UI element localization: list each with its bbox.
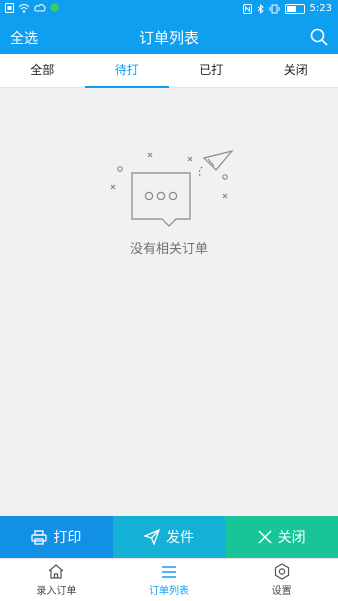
close-label: 关闭	[278, 527, 306, 547]
wechat-icon	[50, 3, 59, 13]
nav-label: 设置	[272, 582, 292, 597]
send-icon	[144, 529, 160, 545]
nav-entry-order[interactable]: 录入订单	[0, 559, 113, 601]
cloud-icon	[34, 3, 46, 13]
empty-state: 没有相关订单	[0, 88, 338, 516]
tab-all[interactable]: 全部	[0, 54, 85, 87]
tab-closed[interactable]: 关闭	[254, 54, 338, 87]
nav-settings[interactable]: 设置	[225, 559, 338, 601]
battery-icon	[285, 4, 305, 14]
tab-pending-print[interactable]: 待打	[85, 54, 170, 87]
printer-icon	[31, 530, 47, 545]
nfc-icon	[243, 4, 252, 14]
page-title: 订单列表	[0, 27, 338, 48]
list-icon	[160, 563, 178, 582]
wifi-icon	[18, 3, 30, 13]
bluetooth-icon	[257, 4, 264, 14]
empty-message-icon	[104, 146, 236, 236]
print-button[interactable]: 打印	[0, 516, 113, 558]
action-bar: 打印 发件 关闭	[0, 516, 338, 558]
gear-icon	[273, 563, 291, 582]
nav-label: 录入订单	[36, 582, 76, 597]
nav-label: 订单列表	[149, 582, 189, 597]
status-tabs: 全部 待打 已打 关闭	[0, 54, 338, 88]
search-icon[interactable]	[309, 27, 329, 47]
send-button[interactable]: 发件	[113, 516, 226, 558]
home-icon	[47, 563, 65, 582]
bottom-nav: 录入订单 订单列表 设置	[0, 558, 338, 601]
print-label: 打印	[53, 527, 81, 547]
vibrate-icon	[269, 4, 280, 14]
tab-printed[interactable]: 已打	[169, 54, 254, 87]
close-icon	[258, 530, 272, 544]
sim-icon	[5, 3, 14, 13]
status-bar: 5:23	[0, 0, 338, 20]
status-time: 5:23	[310, 3, 332, 14]
close-button[interactable]: 关闭	[225, 516, 338, 558]
nav-order-list[interactable]: 订单列表	[113, 559, 226, 601]
app-bar: 全选 订单列表	[0, 20, 338, 54]
empty-message: 没有相关订单	[0, 238, 338, 257]
send-label: 发件	[166, 527, 194, 547]
